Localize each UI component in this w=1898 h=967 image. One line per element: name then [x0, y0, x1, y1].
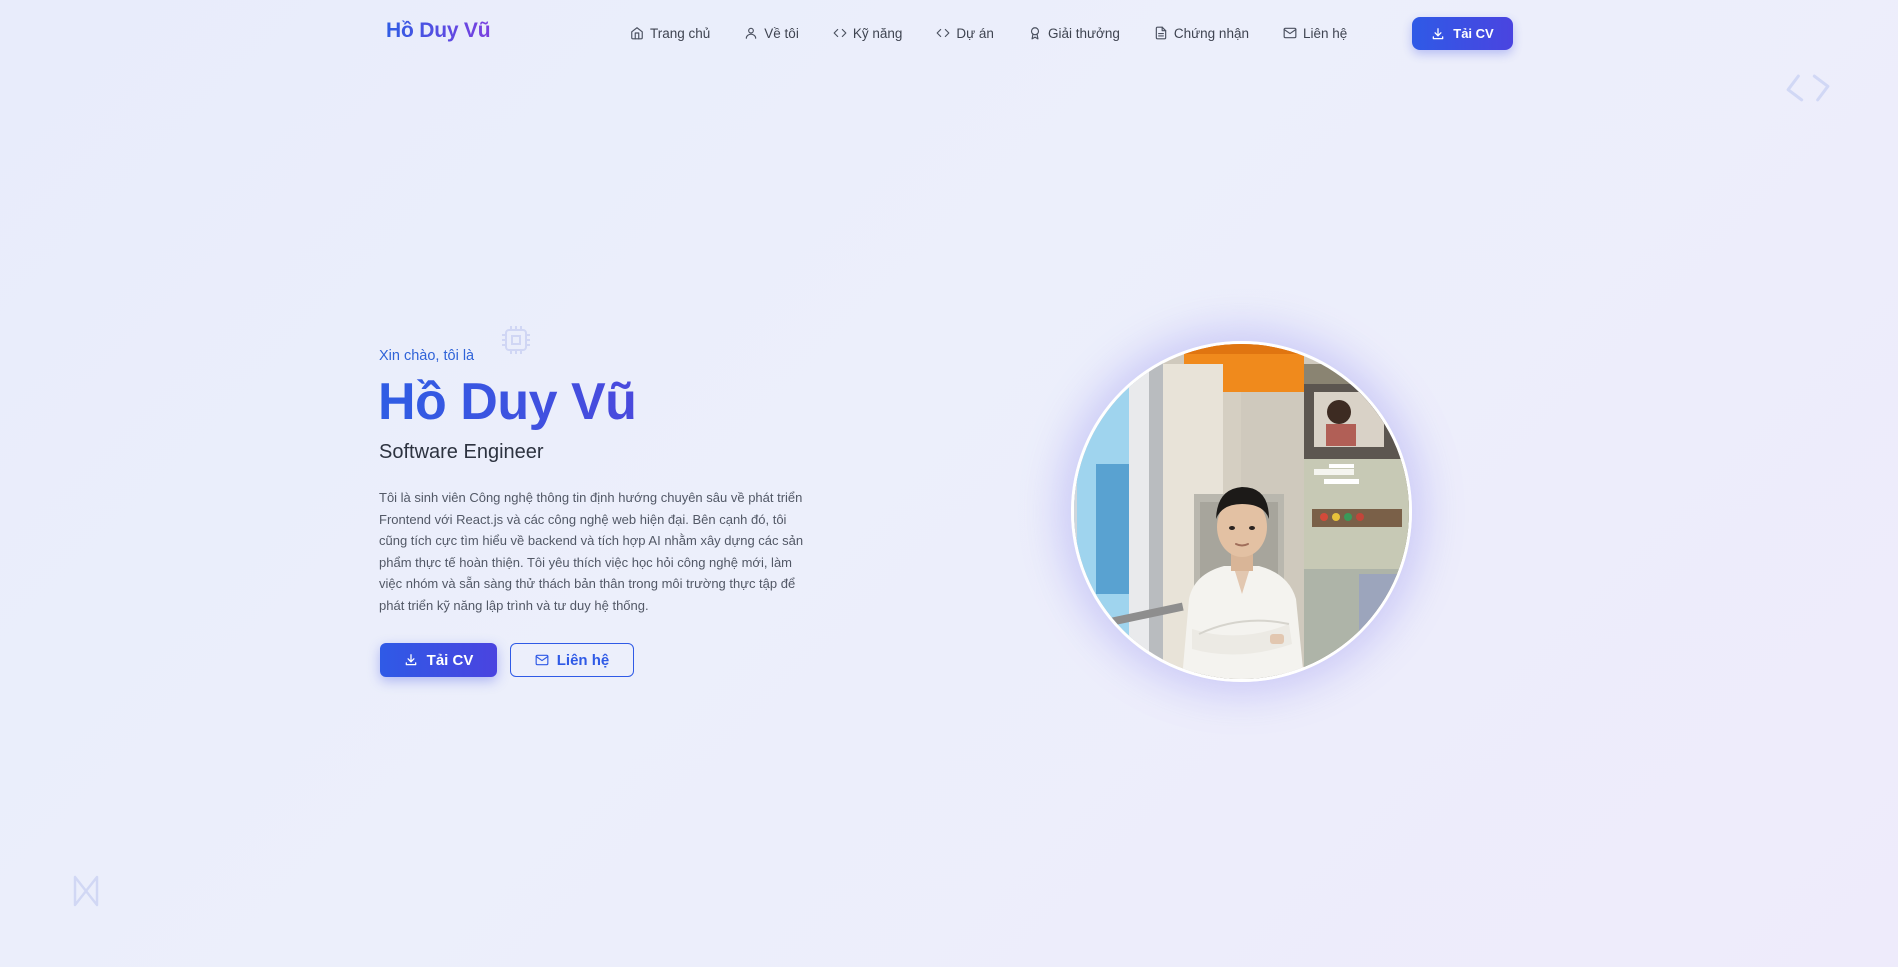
hero-description: Tôi là sinh viên Công nghệ thông tin địn…	[379, 490, 804, 613]
mail-icon	[535, 654, 549, 666]
mail-icon	[1283, 27, 1297, 39]
award-icon	[1030, 27, 1040, 40]
profile-photo-illustration	[1074, 344, 1409, 679]
cpu-chip-decoration-icon	[502, 326, 530, 354]
site-logo[interactable]: Hồ Duy Vũ	[386, 19, 491, 43]
hero-greeting: Xin chào, tôi là	[379, 348, 475, 364]
nav-item-contact[interactable]: Liên hệ	[1283, 26, 1347, 41]
code-icon	[833, 28, 847, 38]
nav-item-awards[interactable]: Giải thưởng	[1028, 26, 1120, 41]
download-icon	[405, 654, 416, 666]
home-icon	[631, 27, 643, 40]
nav-item-skills[interactable]: Kỹ năng	[833, 25, 903, 41]
hero-name: Hồ Duy Vũ	[378, 370, 637, 434]
nav-item-label: Dự án	[956, 25, 994, 41]
code-brackets-decoration-icon	[1786, 74, 1830, 102]
nav-item-label: Chứng nhận	[1173, 25, 1249, 41]
main-menu: Trang chủ Về tôi Kỹ năng Dự án Giải thưở…	[630, 17, 1381, 49]
hero-role: Software Engineer	[379, 441, 544, 463]
nav-item-label: Giải thưởng	[1047, 25, 1120, 41]
hero-download-cv-button[interactable]: Tải CV	[380, 643, 497, 677]
nav-item-label: Về tôi	[764, 25, 799, 41]
hero-download-cv-label: Tải CV	[426, 651, 474, 669]
hero-contact-label: Liên hệ	[556, 651, 610, 669]
nav-item-projects[interactable]: Dự án	[936, 26, 994, 41]
download-cv-button[interactable]: Tải CV	[1412, 17, 1513, 50]
user-icon	[746, 27, 757, 39]
profile-photo	[1071, 341, 1412, 682]
nav-item-certificates[interactable]: Chứng nhận	[1154, 26, 1249, 41]
hero-contact-button[interactable]: Liên hệ	[510, 643, 634, 677]
download-icon	[1432, 27, 1444, 39]
code-icon	[936, 28, 950, 38]
nav-item-label: Liên hệ	[1302, 25, 1348, 41]
nav-item-label: Kỹ năng	[852, 25, 903, 41]
bowtie-decoration-icon	[73, 875, 99, 907]
nav-item-label: Trang chủ	[650, 25, 711, 41]
top-navbar: Hồ Duy Vũ Trang chủ Về tôi Kỹ năng Dự án…	[0, 0, 1898, 66]
document-icon	[1155, 26, 1167, 40]
nav-item-home[interactable]: Trang chủ	[630, 26, 710, 41]
download-cv-label: Tải CV	[1453, 26, 1494, 41]
nav-item-about[interactable]: Về tôi	[744, 26, 799, 41]
hero-actions: Tải CV Liên hệ	[380, 643, 634, 677]
